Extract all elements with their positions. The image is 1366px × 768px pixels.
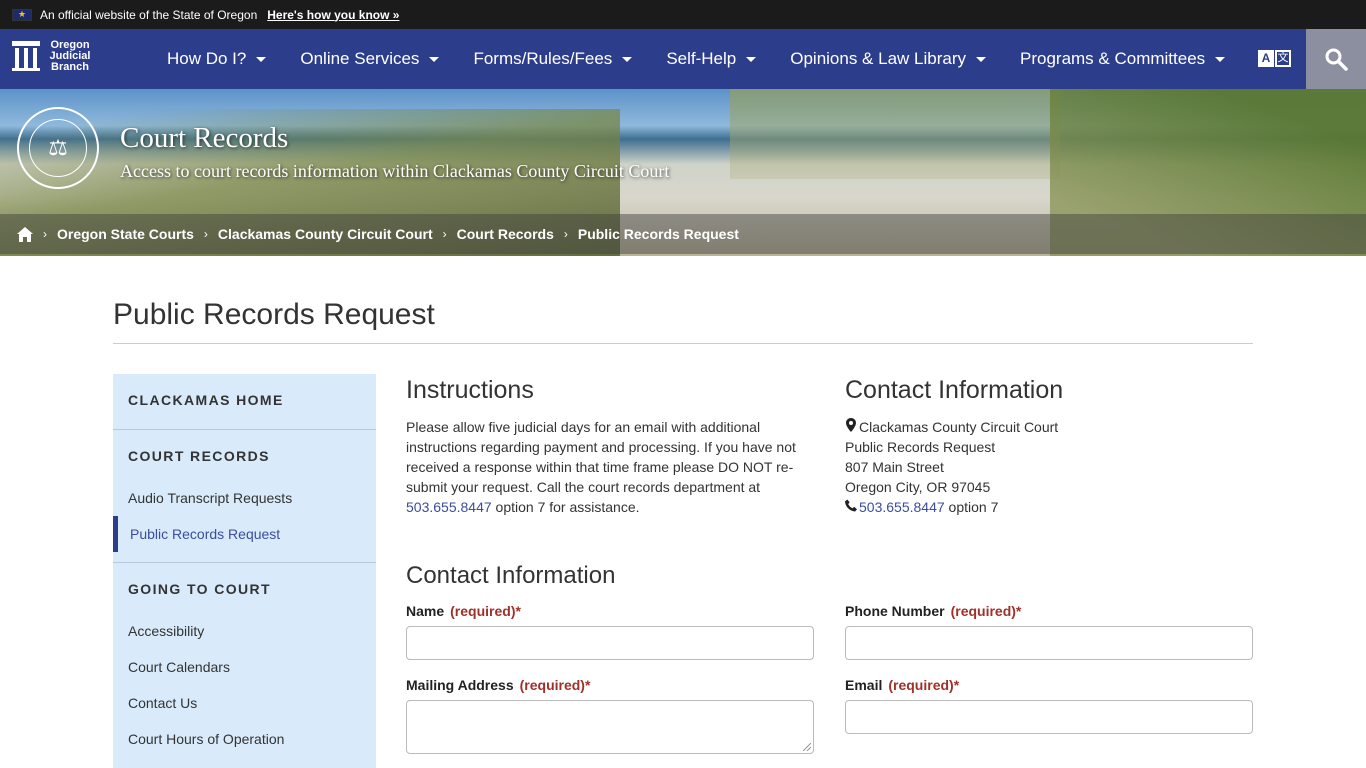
breadcrumb-clackamas-circuit-court[interactable]: Clackamas County Circuit Court bbox=[218, 226, 433, 242]
contact-phone-link[interactable]: 503.655.8447 bbox=[859, 499, 945, 515]
phone-label: Phone Number (required)* bbox=[845, 603, 1022, 619]
sidebar-going-to-court[interactable]: GOING TO COURT bbox=[128, 581, 271, 597]
divider bbox=[113, 562, 376, 563]
required-indicator: (required)* bbox=[888, 677, 960, 693]
oregon-flag-icon: ★ bbox=[12, 8, 32, 21]
mailing-address-label: Mailing Address (required)* bbox=[406, 677, 591, 693]
hero-banner: ⚖ Court Records Access to court records … bbox=[0, 89, 1366, 256]
official-site-text: An official website of the State of Oreg… bbox=[40, 7, 258, 22]
caret-down-icon bbox=[622, 56, 633, 62]
name-input[interactable] bbox=[406, 626, 814, 660]
nav-opinions-law-library[interactable]: Opinions & Law Library bbox=[790, 49, 986, 69]
instructions-text: Please allow five judicial days for an e… bbox=[406, 419, 796, 515]
email-input[interactable] bbox=[845, 700, 1253, 734]
phone-number-input[interactable] bbox=[845, 626, 1253, 660]
instructions-phone-link[interactable]: 503.655.8447 bbox=[406, 499, 492, 515]
sidebar-item-public-records-request[interactable]: Public Records Request bbox=[130, 526, 280, 542]
name-label: Name (required)* bbox=[406, 603, 521, 619]
search-button[interactable] bbox=[1306, 29, 1366, 89]
map-marker-icon bbox=[846, 418, 856, 432]
hero-subtitle: Access to court records information with… bbox=[120, 161, 670, 181]
required-indicator: (required)* bbox=[519, 677, 591, 693]
breadcrumb-court-records[interactable]: Court Records bbox=[457, 226, 554, 242]
sidebar-item-court-hours[interactable]: Court Hours of Operation bbox=[128, 731, 284, 747]
chevron-right-icon: › bbox=[442, 227, 447, 241]
form-section-heading: Contact Information bbox=[406, 562, 616, 589]
caret-down-icon bbox=[1215, 56, 1226, 62]
required-indicator: (required)* bbox=[450, 603, 521, 619]
resize-handle-icon[interactable] bbox=[803, 743, 811, 751]
sidebar-item-contact-us[interactable]: Contact Us bbox=[128, 695, 197, 711]
email-label: Email (required)* bbox=[845, 677, 960, 693]
sidebar-court-records[interactable]: COURT RECORDS bbox=[128, 448, 270, 464]
sidebar-item-court-calendars[interactable]: Court Calendars bbox=[128, 659, 230, 675]
sidebar-item-audio-transcript-requests[interactable]: Audio Transcript Requests bbox=[128, 490, 292, 506]
chevron-right-icon: › bbox=[43, 227, 47, 241]
courthouse-pillar-icon bbox=[12, 39, 40, 73]
brand-name: Oregon Judicial Branch bbox=[49, 38, 91, 73]
nav-online-services[interactable]: Online Services bbox=[300, 49, 440, 69]
nav-how-do-i[interactable]: How Do I? bbox=[167, 49, 267, 69]
caret-down-icon bbox=[746, 56, 757, 62]
sidebar-item-accessibility[interactable]: Accessibility bbox=[128, 623, 204, 639]
translate-icon[interactable]: A 文 bbox=[1258, 50, 1291, 67]
divider bbox=[113, 429, 376, 430]
required-indicator: (required)* bbox=[950, 603, 1022, 619]
chevron-right-icon: › bbox=[203, 227, 208, 241]
caret-down-icon bbox=[976, 56, 986, 62]
main-navigation: Oregon Judicial Branch How Do I? Online … bbox=[0, 29, 1366, 89]
sidebar-nav: CLACKAMAS HOME COURT RECORDS Audio Trans… bbox=[113, 374, 376, 768]
how-you-know-link[interactable]: Here's how you know » bbox=[267, 8, 399, 22]
nav-self-help[interactable]: Self-Help bbox=[666, 49, 757, 69]
mailing-address-textarea[interactable] bbox=[406, 700, 814, 754]
search-icon bbox=[1325, 48, 1348, 71]
ojd-logo[interactable]: Oregon Judicial Branch bbox=[12, 39, 92, 73]
sidebar-clackamas-home[interactable]: CLACKAMAS HOME bbox=[128, 392, 284, 408]
phone-icon bbox=[845, 499, 857, 512]
scales-of-justice-icon: ⚖ bbox=[29, 119, 87, 177]
breadcrumb-oregon-state-courts[interactable]: Oregon State Courts bbox=[57, 226, 194, 242]
official-site-banner: ★ An official website of the State of Or… bbox=[0, 0, 1366, 29]
judicial-department-seal: ⚖ bbox=[17, 107, 99, 189]
home-icon[interactable] bbox=[17, 226, 33, 242]
instructions-heading: Instructions bbox=[406, 376, 534, 404]
divider bbox=[113, 343, 1253, 344]
contact-info-block: Clackamas County Circuit Court Public Re… bbox=[845, 418, 1059, 515]
caret-down-icon bbox=[256, 56, 267, 62]
page-title: Public Records Request bbox=[113, 298, 435, 331]
breadcrumb-current: Public Records Request bbox=[577, 226, 739, 242]
nav-forms-rules-fees[interactable]: Forms/Rules/Fees bbox=[473, 49, 633, 69]
contact-info-heading: Contact Information bbox=[845, 376, 1064, 404]
nav-programs-committees[interactable]: Programs & Committees bbox=[1020, 49, 1226, 69]
chevron-right-icon: › bbox=[563, 227, 568, 241]
breadcrumb: › Oregon State Courts › Clackamas County… bbox=[0, 214, 1366, 254]
caret-down-icon bbox=[429, 56, 440, 62]
hero-title: Court Records bbox=[120, 122, 289, 154]
